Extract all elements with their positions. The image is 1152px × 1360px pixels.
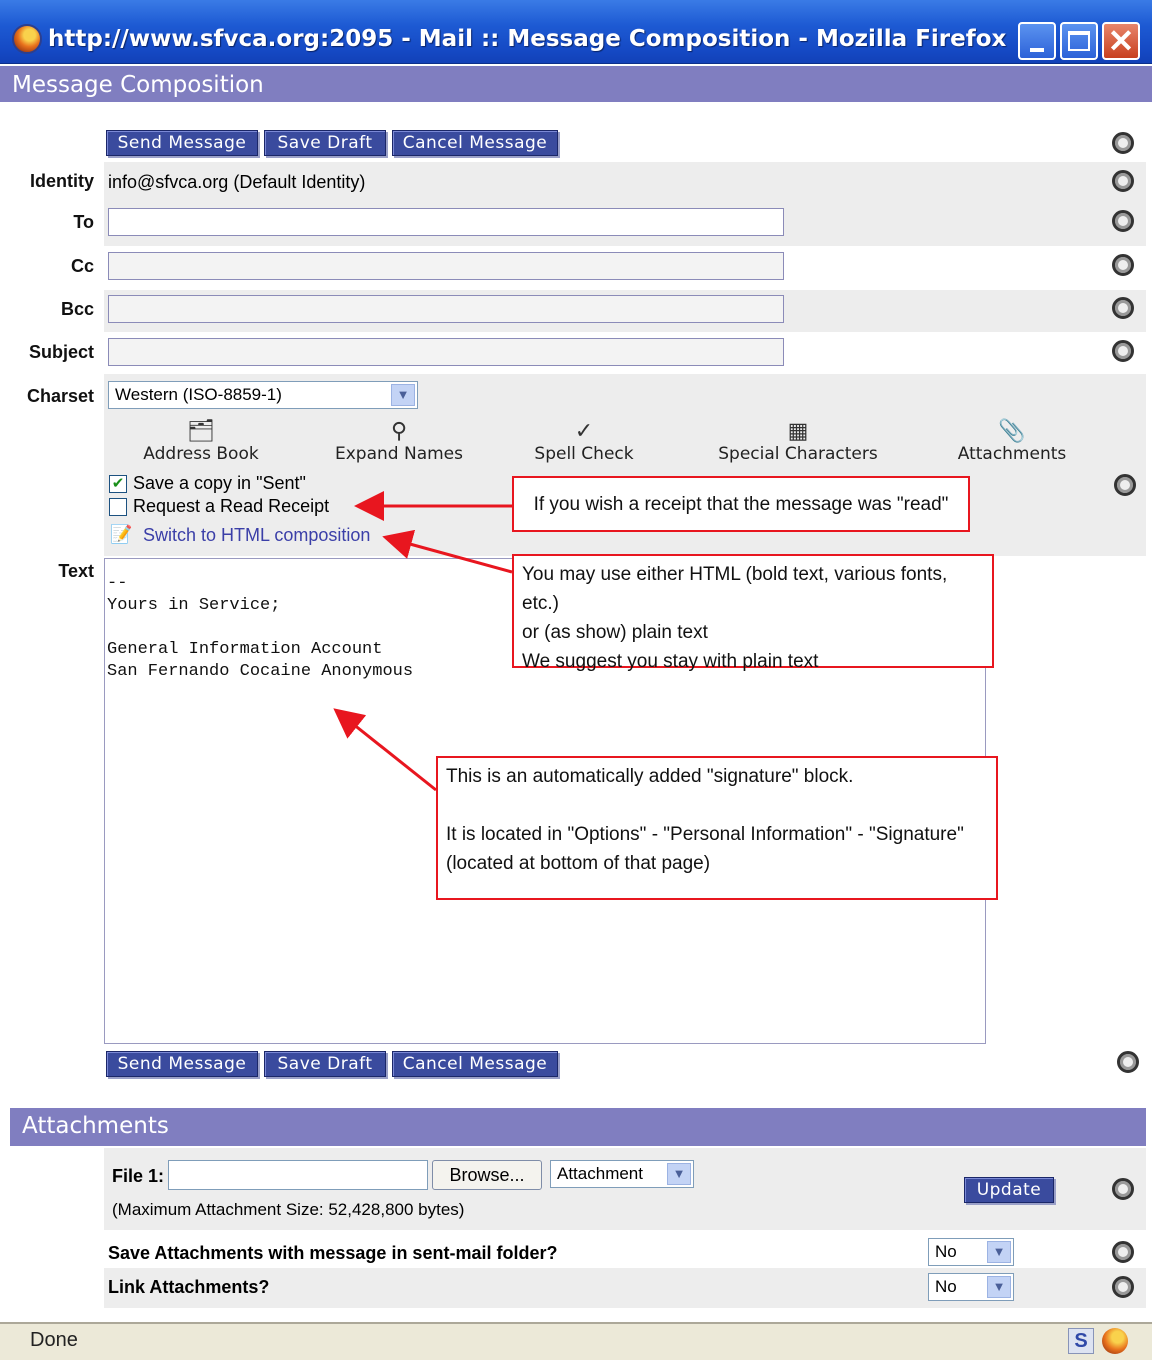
chevron-down-icon: ▼ (667, 1163, 691, 1185)
file-input[interactable] (168, 1160, 428, 1190)
link-attachments-value: No (935, 1277, 957, 1296)
attachments-header: Attachments (10, 1108, 1146, 1146)
chevron-down-icon: ▼ (987, 1241, 1011, 1263)
help-icon[interactable] (1112, 1241, 1134, 1263)
chevron-down-icon: ▼ (987, 1276, 1011, 1298)
save-attachments-value: No (935, 1242, 957, 1261)
save-attachments-select[interactable]: No ▼ (928, 1238, 1014, 1266)
help-icon[interactable] (1112, 1178, 1134, 1200)
file-label: File 1: (112, 1166, 165, 1186)
help-icon[interactable] (1112, 1276, 1134, 1298)
status-bar: Done S (0, 1322, 1152, 1360)
link-attachments-select[interactable]: No ▼ (928, 1273, 1014, 1301)
attachment-type-select[interactable]: Attachment ▼ (550, 1160, 694, 1188)
status-text: Done (30, 1329, 78, 1351)
browse-button[interactable]: Browse... (432, 1160, 542, 1190)
max-size-note: (Maximum Attachment Size: 52,428,800 byt… (112, 1200, 465, 1219)
attachment-type-value: Attachment (557, 1164, 643, 1183)
s-badge-icon[interactable]: S (1068, 1328, 1094, 1354)
firefox-status-icon[interactable] (1102, 1328, 1128, 1354)
update-button[interactable]: Update (964, 1177, 1054, 1203)
signature-arrow (333, 708, 437, 792)
link-attachments-question: Link Attachments? (108, 1277, 270, 1297)
save-attachments-question: Save Attachments with message in sent-ma… (108, 1243, 558, 1263)
html-arrow (382, 529, 513, 574)
